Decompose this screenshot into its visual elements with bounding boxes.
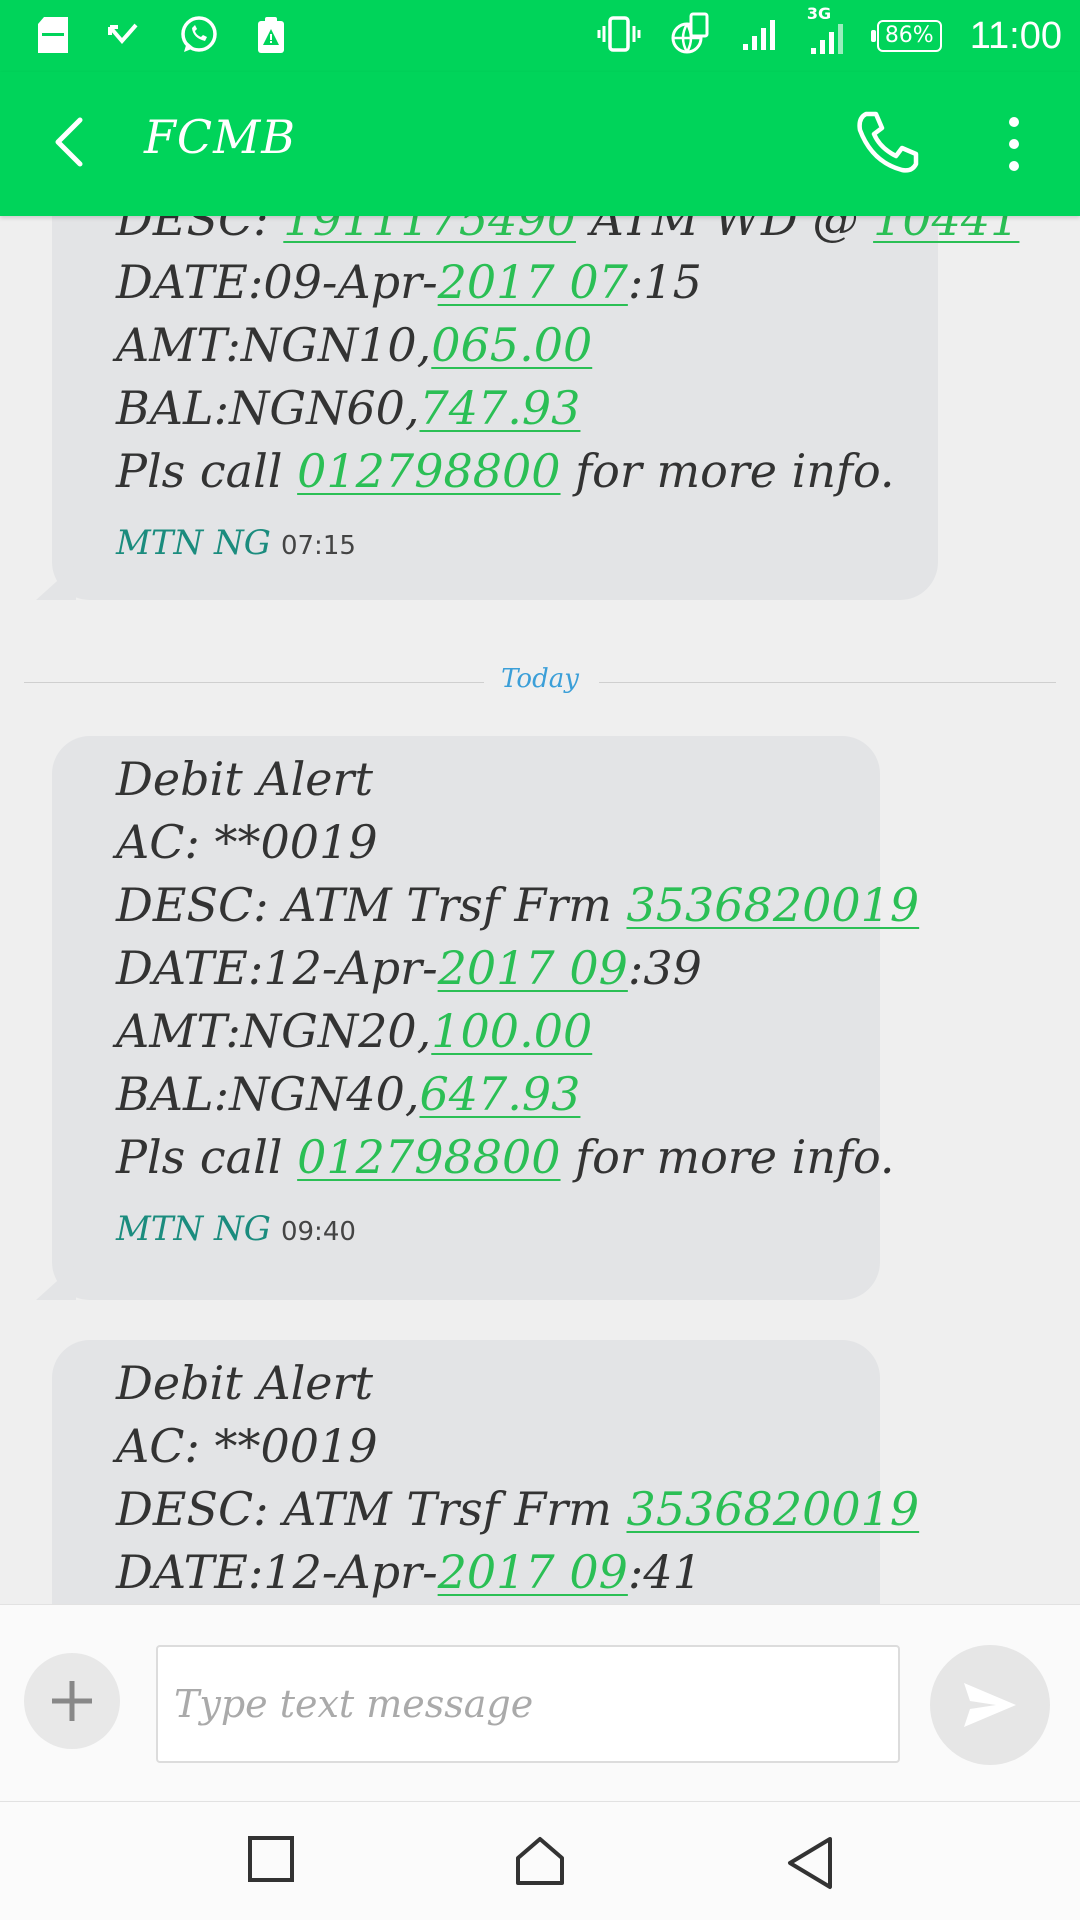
message-link[interactable]: 10441 <box>873 216 1019 246</box>
send-icon <box>964 1683 1016 1727</box>
date-divider: Today <box>24 662 1056 702</box>
message-line: AC: **0019 <box>116 1415 840 1478</box>
message-line: BAL:NGN40,647.93 <box>116 1063 840 1126</box>
message-line: Debit Alert <box>116 1352 840 1415</box>
message-link[interactable]: 100.00 <box>431 1004 592 1058</box>
message-link[interactable]: 065.00 <box>431 318 592 372</box>
clipboard-alert-icon <box>256 15 286 59</box>
whatsapp-icon <box>178 14 220 60</box>
message-line: Pls call 012798800 for more info. <box>116 1126 895 1189</box>
sim-label: MTN NG <box>116 1209 271 1249</box>
navigation-bar <box>0 1802 1080 1920</box>
vibrate-icon <box>597 14 641 58</box>
message-line: AMT:NGN10,065.00 <box>116 314 898 377</box>
back-arrow-icon[interactable] <box>46 112 94 176</box>
message-link[interactable]: 2017 09 <box>438 941 628 995</box>
message-line: DATE:09-Apr-2017 07:15 <box>116 251 898 314</box>
back-nav-icon[interactable] <box>786 1836 834 1894</box>
date-divider-label: Today <box>501 664 579 694</box>
message-text: AC: **0019 <box>116 815 378 869</box>
message-text: Debit Alert <box>116 1356 373 1410</box>
message-line: DESC: ATM Trsf Frm 3536820019 <box>116 1478 919 1541</box>
message-text: for more info. <box>560 1130 895 1184</box>
message-text: DESC: ATM Trsf Frm <box>116 878 627 932</box>
message-link[interactable]: 012798800 <box>297 444 560 498</box>
conversation-title: FCMB <box>144 110 297 164</box>
message-text: :15 <box>627 255 702 309</box>
message-time: 07:15 <box>280 531 356 561</box>
app-bar: FCMB <box>0 72 1080 216</box>
message-line: AMT:NGN20,100.00 <box>116 1000 840 1063</box>
bubble-tail <box>36 1264 76 1300</box>
message-text: DATE:12-Apr- <box>116 941 438 995</box>
message-text: DESC: <box>116 216 284 246</box>
composer-bar <box>0 1604 1080 1802</box>
status-time: 11:00 <box>969 14 1062 57</box>
message-text: for more info. <box>560 444 895 498</box>
plus-icon <box>52 1681 92 1721</box>
message-line: Pls call 012798800 for more info. <box>116 440 898 503</box>
message-link[interactable]: 3536820019 <box>626 1482 919 1536</box>
status-bar: 3G 86% 11:00 <box>0 0 1080 72</box>
message-bubble[interactable]: Debit Alert AC: **0019 DESC: ATM Trsf Frm … <box>36 736 919 1300</box>
message-text: DESC: ATM Trsf Frm <box>116 1482 627 1536</box>
message-text: DATE:12-Apr- <box>116 1545 438 1599</box>
missed-call-icon <box>106 17 142 57</box>
message-line: AC: **0019 <box>116 811 840 874</box>
battery-indicator: 86% <box>870 20 942 52</box>
message-line: Debit Alert <box>116 748 840 811</box>
message-body: Debit Alert AC: **0019 DESC: ATM Trsf Frm … <box>116 1352 919 1604</box>
more-options-icon[interactable] <box>1000 112 1028 180</box>
message-link[interactable]: 1911175490 <box>283 216 576 246</box>
data-roaming-icon <box>669 12 713 60</box>
message-meta: MTN NG 07:15 <box>116 523 898 563</box>
message-link[interactable]: 3536820019 <box>626 878 919 932</box>
message-text: ATM WD @ <box>575 216 874 246</box>
sd-card-icon <box>36 15 70 59</box>
message-line: BAL:NGN60,747.93 <box>116 377 898 440</box>
message-bubble[interactable]: Debit Alert AC: **0019 DESC: ATM Trsf Frm … <box>52 1340 919 1606</box>
message-time: 09:40 <box>280 1217 356 1247</box>
message-text: AC: **0019 <box>116 1419 378 1473</box>
message-text: :41 <box>627 1545 702 1599</box>
message-text: AMT:NGN20, <box>116 1004 432 1058</box>
message-text: Pls call <box>116 444 298 498</box>
message-text: BAL:NGN60, <box>116 381 420 435</box>
message-line: DATE:12-Apr-2017 09:41 <box>116 1541 840 1604</box>
send-button[interactable] <box>930 1645 1050 1765</box>
message-bubble[interactable]: DESC: 1911175490 ATM WD @ 10441 DATE:09-A… <box>36 216 1019 600</box>
message-link[interactable]: 647.93 <box>419 1067 580 1121</box>
message-body: DESC: 1911175490 ATM WD @ 10441 DATE:09-A… <box>116 216 1019 503</box>
message-text: DATE:09-Apr- <box>116 255 438 309</box>
phone-call-icon[interactable] <box>852 108 922 182</box>
message-line: DESC: ATM Trsf Frm 3536820019 <box>116 874 919 937</box>
message-text: Debit Alert <box>116 752 373 806</box>
signal-sim2-3g-icon: 3G <box>807 4 849 60</box>
bubble-tail <box>36 564 76 600</box>
message-line: DESC: 1911175490 ATM WD @ 10441 <box>116 216 1019 251</box>
message-thread[interactable]: DESC: 1911175490 ATM WD @ 10441 DATE:09-A… <box>0 216 1080 1606</box>
message-link[interactable]: 012798800 <box>297 1130 560 1184</box>
message-input[interactable] <box>156 1645 900 1763</box>
home-icon[interactable] <box>514 1836 566 1890</box>
message-meta: MTN NG 09:40 <box>116 1209 840 1249</box>
message-line: DATE:12-Apr-2017 09:39 <box>116 937 840 1000</box>
message-link[interactable]: 747.93 <box>419 381 580 435</box>
message-body: Debit Alert AC: **0019 DESC: ATM Trsf Frm … <box>116 748 919 1189</box>
message-text: BAL:NGN40, <box>116 1067 420 1121</box>
message-text: :39 <box>627 941 702 995</box>
message-text: Pls call <box>116 1130 298 1184</box>
attach-button[interactable] <box>24 1653 120 1749</box>
signal-sim1-icon <box>741 16 781 56</box>
message-text: AMT:NGN10, <box>116 318 432 372</box>
recents-icon[interactable] <box>248 1836 294 1886</box>
sim-label: MTN NG <box>116 523 271 563</box>
message-link[interactable]: 2017 09 <box>438 1545 628 1599</box>
message-link[interactable]: 2017 07 <box>438 255 628 309</box>
